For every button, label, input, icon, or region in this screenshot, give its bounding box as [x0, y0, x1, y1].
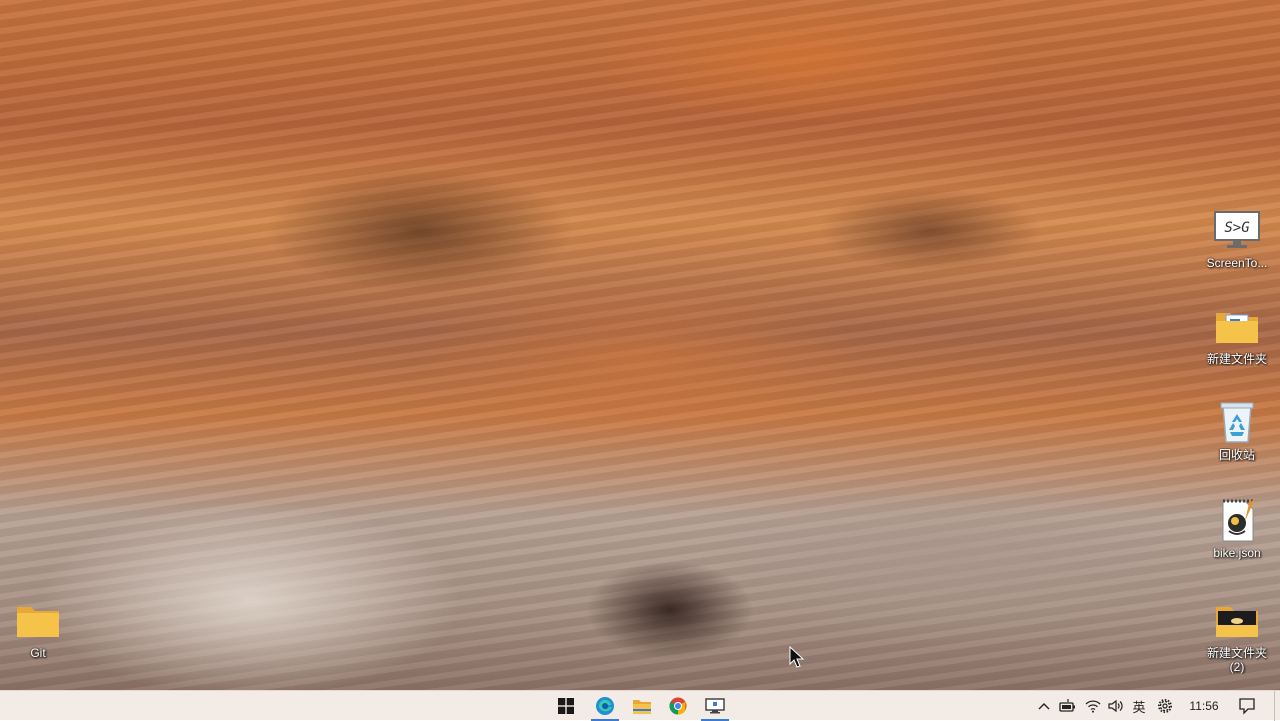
taskbar-remote-desktop[interactable]	[697, 691, 733, 721]
windows-logo-icon	[558, 698, 574, 714]
taskbar: 英 11:56	[0, 690, 1280, 721]
desktop-icon-label: Git	[30, 646, 46, 660]
taskbar-chrome[interactable]	[660, 691, 696, 721]
action-center-button[interactable]	[1234, 691, 1260, 721]
desktop-icon-label: bike.json	[1213, 546, 1261, 560]
folder-with-document-icon	[1213, 304, 1261, 348]
desktop-icon-bike-json[interactable]: bike.json	[1199, 498, 1275, 560]
tray-battery-button[interactable]	[1057, 691, 1079, 721]
desktop-icon-recycle-bin[interactable]: 回收站	[1199, 400, 1275, 462]
battery-plug-icon	[1059, 699, 1075, 712]
clock-time: 11:56	[1189, 699, 1219, 713]
chrome-icon	[669, 697, 687, 715]
mouse-cursor-icon	[789, 645, 805, 673]
desktop-icon-git[interactable]: Git	[0, 598, 76, 660]
taskbar-clock[interactable]: 11:56	[1182, 691, 1226, 721]
chevron-up-icon	[1038, 703, 1050, 710]
speaker-icon	[1108, 699, 1123, 713]
wifi-icon	[1085, 700, 1101, 713]
tray-volume-button[interactable]	[1105, 691, 1127, 721]
show-hidden-icons-button[interactable]	[1034, 691, 1054, 721]
recycle-bin-icon	[1213, 400, 1261, 444]
folder-with-image-icon	[1213, 598, 1261, 642]
desktop-icon-label: 新建文件夹 (2)	[1206, 646, 1267, 674]
folder-icon	[14, 598, 62, 642]
tray-network-button[interactable]	[1082, 691, 1104, 721]
taskbar-edge[interactable]	[587, 691, 623, 721]
ime-label: 英	[1132, 699, 1146, 715]
svg-text:S>G: S>G	[1224, 220, 1250, 236]
json-file-icon	[1213, 498, 1261, 542]
tray-settings-button[interactable]	[1154, 691, 1176, 721]
taskbar-file-explorer[interactable]	[624, 691, 660, 721]
desktop-icon-screentogif[interactable]: S>G ScreenTo...	[1199, 208, 1275, 270]
file-explorer-icon	[633, 700, 651, 714]
tray-ime-button[interactable]: 英	[1129, 691, 1149, 721]
desktop-icon-label: ScreenTo...	[1206, 256, 1268, 270]
gear-icon	[1158, 699, 1172, 713]
screentogif-icon: S>G	[1213, 208, 1261, 252]
monitor-icon	[705, 698, 725, 714]
desktop-icon-label: 回收站	[1218, 448, 1255, 462]
notification-icon	[1239, 698, 1255, 715]
desktop-icon-new-folder[interactable]: 新建文件夹	[1199, 304, 1275, 366]
desktop-icon-new-folder-2[interactable]: 新建文件夹 (2)	[1199, 598, 1275, 674]
desktop-icon-label: 新建文件夹	[1206, 352, 1267, 366]
edge-icon	[596, 697, 614, 715]
show-desktop-button[interactable]	[1274, 691, 1280, 721]
desktop-wallpaper: S>G ScreenTo... 新建文件夹 回收站 bike.json Git …	[0, 0, 1280, 690]
start-button[interactable]	[548, 691, 584, 721]
